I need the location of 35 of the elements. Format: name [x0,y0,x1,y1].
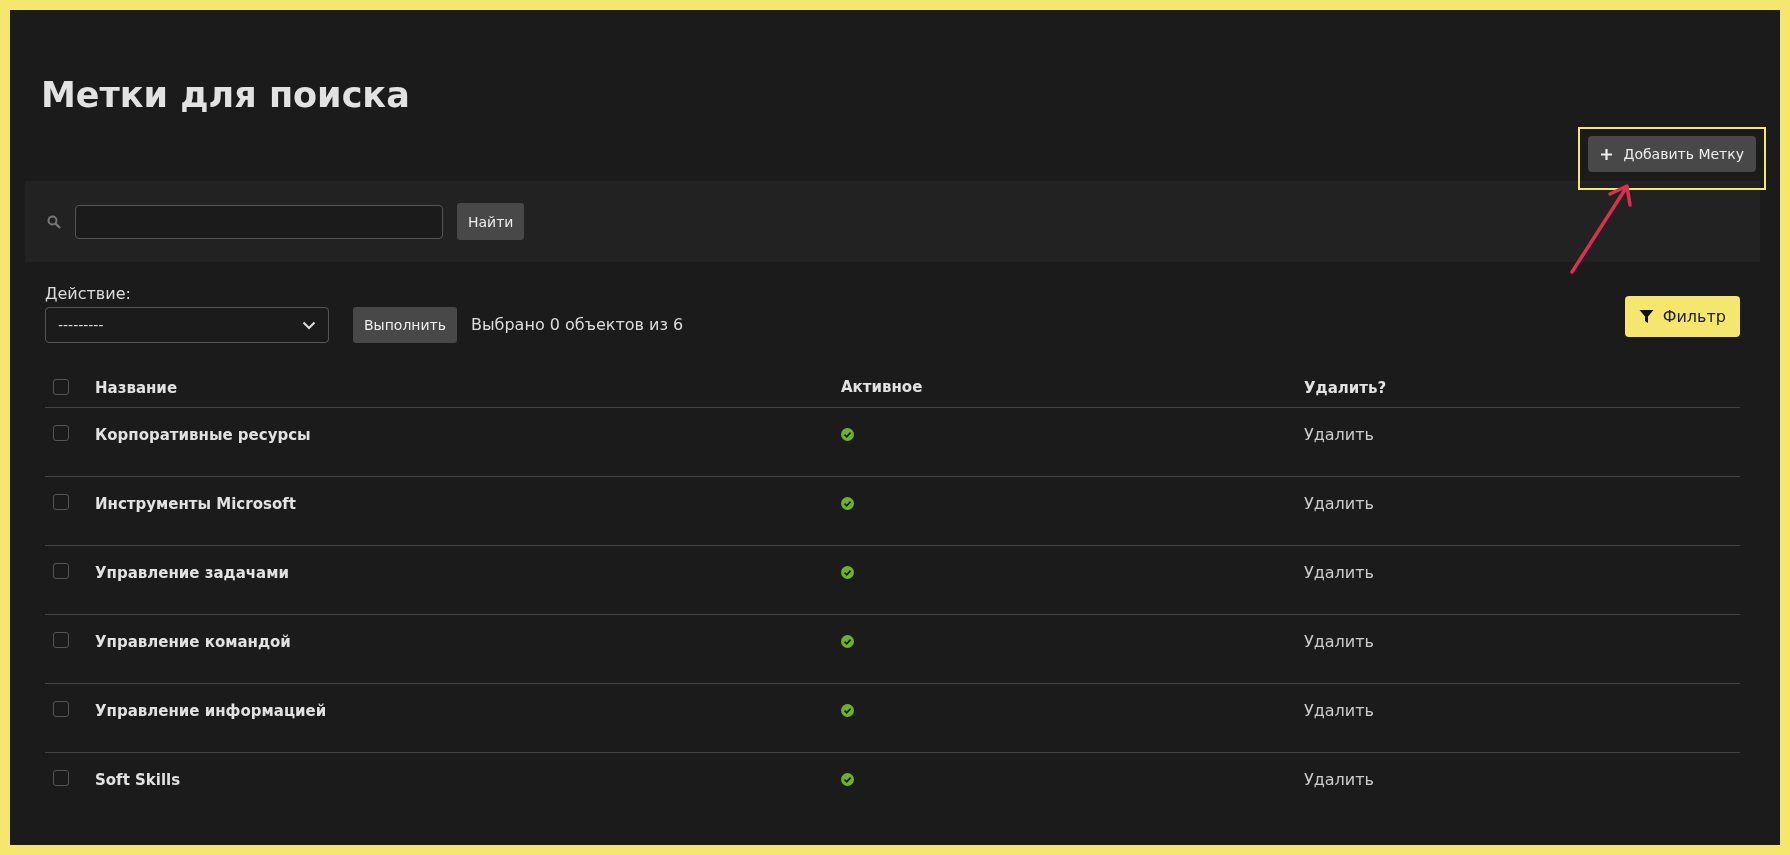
action-label: Действие: [45,284,132,303]
action-select[interactable]: --------- [45,307,329,343]
run-button[interactable]: Выполнить [353,307,457,343]
select-all-checkbox[interactable] [53,379,69,395]
row-checkbox[interactable] [53,494,69,510]
tag-name-link[interactable]: Soft Skills [95,771,181,789]
row-checkbox[interactable] [53,770,69,786]
row-checkbox[interactable] [53,425,69,441]
tag-name-link[interactable]: Управление информацией [95,702,327,720]
filter-button[interactable]: Фильтр [1624,296,1740,337]
column-header[interactable]: Удалить? [1304,378,1387,397]
row-checkbox[interactable] [53,563,69,579]
funnel-icon [1638,309,1654,324]
search-button[interactable]: Найти [457,203,525,240]
add-tag-button[interactable]: Добавить Метку [1588,136,1756,172]
column-header[interactable]: Название [95,378,178,397]
chevron-down-icon [302,320,316,330]
tag-name-link[interactable]: Управление задачами [95,564,289,582]
delete-link[interactable]: Удалить [1304,770,1374,789]
tag-name-link[interactable]: Управление командой [95,633,291,651]
delete-link[interactable]: Удалить [1304,494,1374,513]
page-title: Метки для поиска [40,74,411,117]
row-checkbox[interactable] [53,701,69,717]
tag-name-link[interactable]: Корпоративные ресурсы [95,426,311,444]
tag-name-link[interactable]: Инструменты Microsoft [95,495,296,513]
delete-link[interactable]: Удалить [1304,701,1374,720]
search-field[interactable] [75,204,443,239]
row-checkbox[interactable] [53,632,69,648]
delete-link[interactable]: Удалить [1304,425,1374,444]
delete-link[interactable]: Удалить [1304,563,1374,582]
delete-link[interactable]: Удалить [1304,632,1374,651]
selection-count: Выбрано 0 объектов из 6 [471,314,684,336]
plus-icon [1600,147,1614,161]
column-header[interactable]: Активное [841,378,923,396]
search-icon [47,214,61,229]
